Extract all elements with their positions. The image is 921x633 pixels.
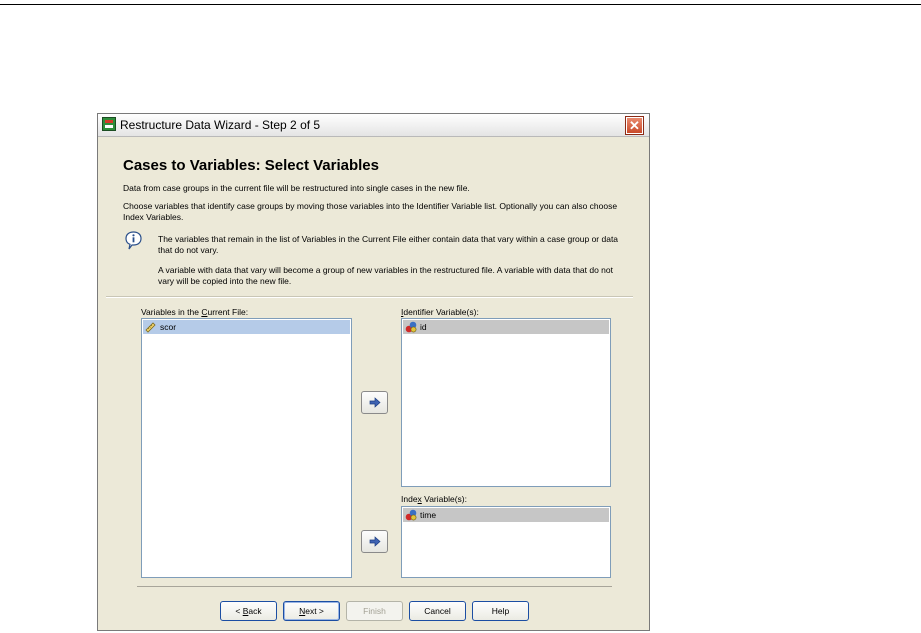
help-button[interactable]: Help [472,601,529,621]
bottom-divider [137,586,612,587]
list-item-label: id [420,322,427,332]
nominal-variable-icon [405,509,417,521]
restructure-wizard-dialog: Restructure Data Wizard - Step 2 of 5 ✕ … [97,113,650,631]
top-rule [0,4,921,5]
description-text-1: Data from case groups in the current fil… [123,183,470,193]
close-button[interactable]: ✕ [626,117,643,134]
app-icon [102,117,116,131]
page-title: Cases to Variables: Select Variables [123,157,379,174]
cancel-button[interactable]: Cancel [409,601,466,621]
nominal-variable-icon [405,321,417,333]
index-variables-list[interactable]: time [401,506,611,578]
identifier-variables-list[interactable]: id [401,318,611,487]
identifier-variables-label: Identifier Variable(s): [401,307,479,317]
move-to-index-button[interactable] [361,530,388,553]
section-divider [106,296,633,298]
list-item-label: scor [160,322,177,332]
info-text-1: The variables that remain in the list of… [158,234,619,255]
window-title: Restructure Data Wizard - Step 2 of 5 [120,118,321,132]
arrow-right-icon [369,397,381,408]
current-file-variables-list[interactable]: scor [141,318,352,578]
arrow-right-icon [369,536,381,547]
info-text-2: A variable with data that vary will beco… [158,265,614,286]
description-text-2: Choose variables that identify case grou… [123,201,618,222]
scale-ruler-icon [145,322,156,333]
move-to-identifier-button[interactable] [361,391,388,414]
list-item[interactable]: scor [143,320,350,334]
info-bubble-icon [125,231,142,250]
next-button[interactable]: Next > [283,601,340,621]
index-variables-label: Index Variable(s): [401,494,467,504]
title-bar[interactable]: Restructure Data Wizard - Step 2 of 5 ✕ [98,114,649,137]
current-file-label: Variables in the Current File: [141,307,249,317]
back-button[interactable]: < Back [220,601,277,621]
list-item[interactable]: id [403,320,609,334]
list-item-label: time [420,510,437,520]
finish-button[interactable]: Finish [346,601,403,621]
list-item[interactable]: time [403,508,609,522]
